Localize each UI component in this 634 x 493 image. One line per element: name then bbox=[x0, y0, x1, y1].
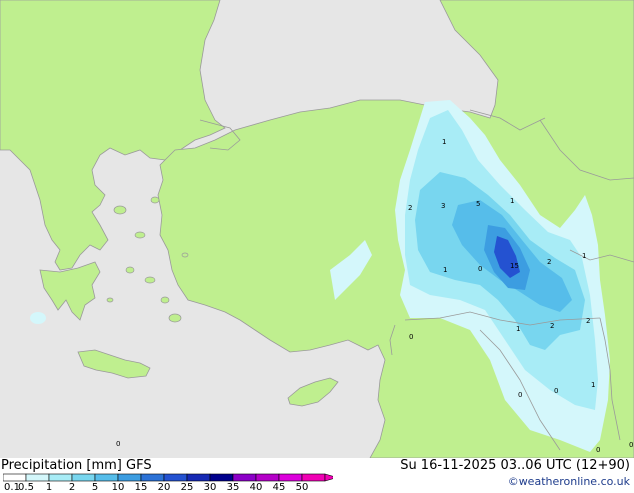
scale-tick-label: 20 bbox=[157, 482, 171, 493]
scale-swatch bbox=[255, 473, 280, 482]
scale-tick-label: 2 bbox=[68, 482, 76, 493]
contour-label: 2 bbox=[550, 322, 554, 330]
scale-tick-label: 15 bbox=[134, 482, 148, 493]
scale-tick-label: 5 bbox=[91, 482, 99, 493]
contour-label: 1 bbox=[582, 252, 586, 260]
scale-swatch bbox=[140, 473, 165, 482]
contour-label: 0 bbox=[554, 387, 558, 395]
scale-swatch bbox=[209, 473, 234, 482]
scale-swatch bbox=[232, 473, 257, 482]
scale-swatch bbox=[301, 473, 326, 482]
credit-label: ©weatheronline.co.uk bbox=[507, 475, 630, 488]
precip-light-sw bbox=[30, 312, 46, 324]
scale-swatch bbox=[3, 473, 27, 482]
scale-tick-label: 25 bbox=[180, 482, 194, 493]
scale-swatch bbox=[117, 473, 142, 482]
scale-swatch bbox=[25, 473, 50, 482]
map-title: Precipitation [mm] GFS bbox=[1, 458, 152, 473]
scale-swatch bbox=[48, 473, 73, 482]
contour-label: 0 bbox=[629, 441, 633, 449]
contour-label: 1 bbox=[591, 381, 595, 389]
scale-swatch bbox=[71, 473, 96, 482]
scale-swatch bbox=[278, 473, 303, 482]
scale-tick-label: 10 bbox=[111, 482, 125, 493]
scale-tick-label: 45 bbox=[272, 482, 286, 493]
scale-tick-label: 40 bbox=[249, 482, 263, 493]
contour-label: 2 bbox=[408, 204, 412, 212]
legend-bar: Precipitation [mm] GFS Su 16-11-2025 03.… bbox=[0, 458, 634, 493]
scale-arrow bbox=[324, 473, 333, 482]
contour-label: 1 bbox=[442, 138, 446, 146]
contour-label: 3 bbox=[441, 202, 445, 210]
contour-label: 0 bbox=[409, 333, 413, 341]
contour-label: 1 bbox=[510, 197, 514, 205]
scale-tick-label: 35 bbox=[226, 482, 240, 493]
contour-label: 1 bbox=[516, 325, 520, 333]
scale-tick-label: 50 bbox=[295, 482, 309, 493]
scale-tick-label: 1 bbox=[45, 482, 53, 493]
contour-label: 1 bbox=[443, 266, 447, 274]
contour-label: 0 bbox=[518, 391, 522, 399]
contour-label: 2 bbox=[586, 317, 590, 325]
scale-swatch bbox=[186, 473, 211, 482]
scale-tick-label: 0.5 bbox=[18, 482, 34, 493]
contour-label: 5 bbox=[476, 200, 480, 208]
forecast-run-label: Su 16-11-2025 03..06 UTC (12+90) bbox=[400, 458, 630, 473]
precipitation-map: 1 2 3 5 1 1 0 15 2 1 1 2 2 0 0 0 1 0 0 0 bbox=[0, 0, 634, 458]
scale-tick-label: 30 bbox=[203, 482, 217, 493]
contour-label: 0 bbox=[116, 440, 120, 448]
contour-label: 0 bbox=[478, 265, 482, 273]
contour-label: 0 bbox=[596, 446, 600, 454]
contour-label: 15 bbox=[510, 262, 519, 270]
contour-label: 2 bbox=[547, 258, 551, 266]
scale-swatch bbox=[163, 473, 188, 482]
scale-swatch bbox=[94, 473, 119, 482]
